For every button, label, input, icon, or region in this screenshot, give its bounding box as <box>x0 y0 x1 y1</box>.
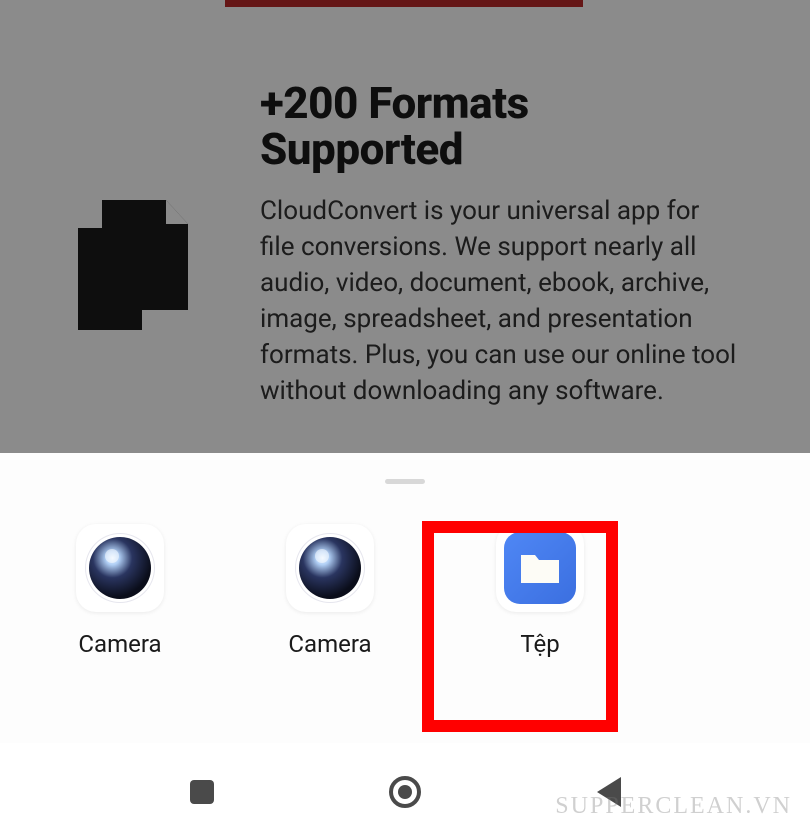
body-text-formats: CloudConvert is your universal app for f… <box>260 194 740 409</box>
app-label: Tệp <box>520 630 559 658</box>
camera-icon <box>286 524 374 612</box>
top-red-strip <box>225 0 583 7</box>
app-label: Camera <box>78 630 161 658</box>
files-icon <box>496 524 584 612</box>
home-button[interactable] <box>385 772 425 812</box>
app-chooser-item-0[interactable]: Camera <box>30 524 210 658</box>
app-chooser-item-2[interactable]: Tệp <box>450 524 630 658</box>
camera-icon <box>76 524 164 612</box>
background-content: +200 Formats Supported CloudConvert is y… <box>0 0 810 453</box>
app-label: Camera <box>288 630 371 658</box>
system-nav-bar <box>0 743 810 840</box>
formats-icon <box>40 80 220 330</box>
app-chooser-item-1[interactable]: Camera <box>240 524 420 658</box>
recent-apps-button[interactable] <box>182 772 222 812</box>
share-sheet[interactable]: Camera Camera Tệp <box>0 453 810 743</box>
heading-formats: +200 Formats Supported <box>260 80 740 172</box>
back-button[interactable] <box>588 772 628 812</box>
